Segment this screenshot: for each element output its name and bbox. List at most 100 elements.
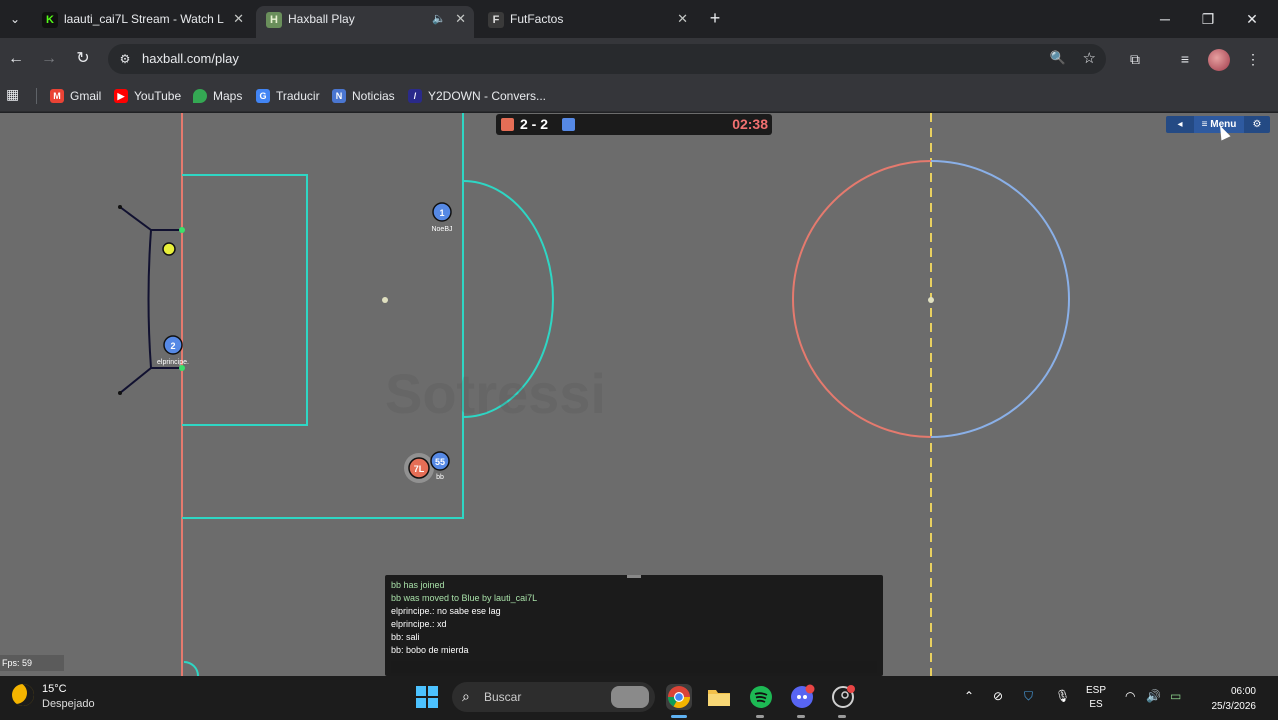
wifi-icon[interactable]: ◠ (1125, 689, 1135, 703)
file-explorer-icon[interactable] (706, 684, 732, 710)
news-icon: N (332, 89, 346, 103)
close-icon[interactable]: ✕ (233, 6, 244, 32)
close-icon[interactable]: ✕ (455, 6, 466, 32)
chevron-up-icon[interactable]: ⌃ (964, 689, 974, 703)
forward-icon[interactable]: → (38, 48, 60, 70)
gmail-icon: M (50, 89, 64, 103)
maps-icon (193, 89, 207, 103)
volume-icon[interactable]: 🔊 (1146, 689, 1161, 703)
extensions-icon[interactable]: ⧉ (1124, 48, 1146, 70)
spotify-icon[interactable] (748, 684, 774, 710)
futfactos-icon: F (488, 12, 504, 28)
search-placeholder: Buscar (484, 690, 522, 704)
battery-icon[interactable]: ▭ (1170, 689, 1181, 703)
chat-message: bb was moved to Blue by lauti_cai7L (391, 593, 538, 603)
zoom-icon[interactable]: 🔍 (1050, 50, 1066, 66)
gear-icon[interactable]: ⚙ (1246, 116, 1268, 133)
shield-icon[interactable]: ⛉ (1024, 689, 1033, 704)
discord-icon[interactable] (789, 684, 815, 710)
bookmark-label: Maps (213, 89, 243, 103)
bookmark-youtube[interactable]: ▶ YouTube (114, 86, 181, 106)
player-number: 55 (435, 457, 445, 467)
reload-icon[interactable]: ↻ (72, 48, 94, 70)
center-circle-blue (930, 160, 1070, 438)
close-icon[interactable]: ✕ (677, 6, 688, 32)
notifications-off-icon[interactable]: ⊘ (993, 689, 1003, 703)
weather-temperature[interactable]: 15°C (42, 683, 67, 695)
steam-icon[interactable] (830, 684, 856, 710)
chat-message: bb has joined (391, 580, 445, 590)
chat-resize-handle[interactable] (627, 575, 641, 578)
bookmark-label: Traducir (276, 89, 320, 103)
tab-haxball[interactable]: H Haxball Play 🔈 ✕ (256, 6, 474, 38)
fps-counter: Fps: 59 (0, 655, 64, 671)
chat-message: elprincipe.: xd (391, 619, 447, 629)
bookmark-noticias[interactable]: N Noticias (332, 86, 395, 106)
chat-input[interactable] (391, 661, 877, 673)
player-name: elprincipe. (157, 359, 189, 366)
bookmark-y2down[interactable]: / Y2DOWN - Convers... (408, 86, 546, 106)
app-indicator (838, 715, 846, 718)
center-spot (928, 297, 934, 303)
translate-icon: G (256, 89, 270, 103)
more-menu-icon[interactable]: ⋮ (1242, 48, 1264, 70)
system-clock[interactable]: 06:00 25/3/2026 (1196, 684, 1257, 714)
player-name: bb (436, 474, 444, 481)
search-icon: ⌕ (462, 688, 470, 704)
penalty-spot (382, 297, 388, 303)
youtube-icon: ▶ (114, 89, 128, 103)
bookmark-gmail[interactable]: M Gmail (50, 86, 101, 106)
divider (36, 88, 37, 104)
taskbar-search[interactable]: ⌕ Buscar (452, 682, 655, 712)
screen: ⌄ K laauti_cai7L Stream - Watch Live ✕ H… (0, 0, 1278, 720)
weather-description[interactable]: Despejado (42, 698, 95, 710)
tab-strip: ⌄ K laauti_cai7L Stream - Watch Live ✕ H… (0, 0, 1278, 38)
red-team-icon (501, 118, 514, 131)
chat-message: bb: sali (391, 632, 420, 642)
moon-icon[interactable] (12, 684, 34, 706)
app-indicator (797, 715, 805, 718)
search-highlight-icon (611, 686, 649, 708)
tab-kick[interactable]: K laauti_cai7L Stream - Watch Live ✕ (32, 6, 252, 38)
profile-avatar[interactable] (1208, 49, 1230, 71)
clock-date: 25/3/2026 (1211, 701, 1257, 712)
input-language[interactable]: ESP ES (1084, 684, 1108, 712)
blue-team-icon (562, 118, 575, 131)
close-window-icon[interactable]: ✕ (1240, 8, 1264, 30)
speaker-icon[interactable]: 🔈 (432, 6, 446, 32)
bookmark-label: YouTube (134, 89, 182, 103)
bookmark-traducir[interactable]: G Traducir (256, 86, 320, 106)
tab-title: Haxball Play (288, 12, 355, 26)
chat-message: elprincipe.: no sabe ese lag (391, 606, 501, 616)
bookmark-label: Noticias (352, 89, 395, 103)
y2down-icon: / (408, 89, 422, 103)
restore-icon[interactable]: ❐ (1196, 8, 1220, 30)
minimize-icon[interactable]: ─ (1153, 8, 1177, 30)
bookmark-maps[interactable]: Maps (193, 86, 242, 106)
address-text[interactable]: haxball.com/play (142, 51, 239, 66)
new-tab-icon[interactable]: + (705, 8, 725, 30)
goal-post (179, 227, 185, 233)
media-control-icon[interactable]: ≡ (1174, 48, 1196, 70)
windows-start-icon[interactable] (416, 686, 438, 708)
microphone-icon[interactable]: 🎙 (1055, 689, 1070, 703)
keyboard-layout: ES (1089, 699, 1103, 710)
net-post (118, 205, 122, 209)
site-info-icon[interactable]: ⚙ (116, 50, 134, 68)
tab-title: laauti_cai7L Stream - Watch Live (64, 12, 224, 26)
tab-futfactos[interactable]: F FutFactos ✕ (478, 6, 696, 38)
address-bar[interactable]: ⚙ haxball.com/play 🔍 ☆ (108, 44, 1106, 74)
active-app-indicator (671, 715, 687, 718)
app-indicator (756, 715, 764, 718)
arrow-left-icon[interactable]: ◂ (1168, 116, 1192, 133)
net-post (118, 391, 122, 395)
corner-arc (183, 661, 199, 676)
bookmark-star-icon[interactable]: ☆ (1083, 49, 1096, 67)
apps-grid-icon[interactable]: ▦ (6, 86, 22, 102)
toolbar: ← → ↻ ⚙ haxball.com/play 🔍 ☆ ⧉ ≡ ⋮ (0, 38, 1278, 80)
tab-search-icon[interactable]: ⌄ (4, 8, 26, 30)
game-canvas[interactable]: Sotressi 1 NoeBJ 2 elprincipe. 7L 55 bb … (0, 113, 1278, 676)
back-icon[interactable]: ← (5, 48, 27, 70)
chrome-app-icon[interactable] (666, 684, 692, 710)
chat-message: bb: bobo de mierda (391, 645, 469, 655)
